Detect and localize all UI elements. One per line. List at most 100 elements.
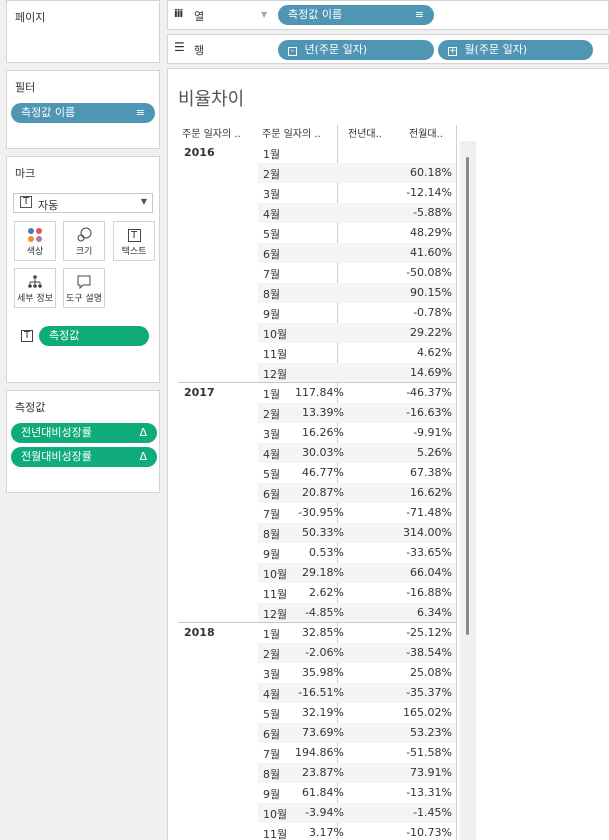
- yoy-cell: -3.94%: [305, 806, 344, 819]
- pages-card[interactable]: 페이지: [6, 0, 160, 63]
- table-row[interactable]: 9월 -0.78%: [258, 303, 456, 323]
- mom-cell: -0.78%: [413, 306, 452, 319]
- mom-cell: 5.26%: [417, 446, 452, 459]
- measure-values-card[interactable]: 측정값 전년대비성장률 Δ 전월대비성장률 Δ: [6, 390, 160, 493]
- month-cell: 4월: [263, 208, 281, 221]
- mark-type-dropdown[interactable]: T 자동 ▼: [13, 193, 153, 213]
- year-label[interactable]: 2018: [184, 626, 215, 639]
- table-row[interactable]: 12월 -4.85% 6.34%: [258, 603, 456, 623]
- header-mom[interactable]: 전월대..: [409, 125, 443, 140]
- table-row[interactable]: 6월 20.87% 16.62%: [258, 483, 456, 503]
- mom-cell: -13.31%: [406, 786, 452, 799]
- chevron-down-icon: ▼: [261, 10, 268, 19]
- table-row[interactable]: 11월 3.17% -10.73%: [258, 823, 456, 840]
- table-row[interactable]: 1월: [258, 143, 456, 163]
- month-cell: 9월: [263, 308, 281, 321]
- minus-icon: -: [288, 47, 297, 56]
- columns-icon: iii: [174, 7, 183, 20]
- month-cell: 12월: [263, 368, 288, 381]
- table-row[interactable]: 7월 -30.95% -71.48%: [258, 503, 456, 523]
- table-row[interactable]: 2월 60.18%: [258, 163, 456, 183]
- table-row[interactable]: 7월 -50.08%: [258, 263, 456, 283]
- month-cell: 4월: [263, 448, 281, 461]
- table-row[interactable]: 6월 41.60%: [258, 243, 456, 263]
- table-row[interactable]: 10월 29.18% 66.04%: [258, 563, 456, 583]
- month-cell: 12월: [263, 608, 288, 621]
- rows-pill-year[interactable]: - 년(주문 일자): [278, 40, 434, 60]
- discrete-icon: ≡: [414, 8, 424, 21]
- table-row[interactable]: 7월 194.86% -51.58%: [258, 743, 456, 763]
- table-row[interactable]: 5월 32.19% 165.02%: [258, 703, 456, 723]
- mark-type-icon: T: [20, 196, 32, 208]
- table-row[interactable]: 8월 90.15%: [258, 283, 456, 303]
- table-row[interactable]: 11월 2.62% -16.88%: [258, 583, 456, 603]
- table-row[interactable]: 9월 61.84% -13.31%: [258, 783, 456, 803]
- mom-cell: 66.04%: [410, 566, 452, 579]
- table-row[interactable]: 5월 46.77% 67.38%: [258, 463, 456, 483]
- yoy-cell: 35.98%: [302, 666, 344, 679]
- columns-shelf[interactable]: iii 열 ▼ 측정값 이름 ≡: [167, 0, 609, 30]
- rows-pill-year-label: 년(주문 일자): [304, 43, 368, 56]
- measure-pill-yoy[interactable]: 전년대비성장률 Δ: [11, 423, 157, 443]
- tooltip-mark-button[interactable]: 도구 설명: [63, 268, 105, 308]
- mark-type-label: 자동: [38, 199, 59, 212]
- filter-pill-measure-names[interactable]: 측정값 이름 ≡: [11, 103, 155, 123]
- rows-pill-month[interactable]: + 월(주문 일자): [438, 40, 593, 60]
- header-year[interactable]: 주문 일자의 ..: [182, 125, 241, 140]
- table-row[interactable]: 8월 50.33% 314.00%: [258, 523, 456, 543]
- color-mark-button[interactable]: 색상: [14, 221, 56, 261]
- color-dots-icon: [15, 226, 55, 244]
- yoy-cell: 29.18%: [302, 566, 344, 579]
- mom-cell: -35.37%: [406, 686, 452, 699]
- measure-pill-mom[interactable]: 전월대비성장률 Δ: [11, 447, 157, 467]
- table-row[interactable]: 8월 23.87% 73.91%: [258, 763, 456, 783]
- mom-cell: -25.12%: [406, 626, 452, 639]
- header-yoy[interactable]: 전년대..: [348, 125, 382, 140]
- detail-mark-button[interactable]: 세부 정보: [14, 268, 56, 308]
- measure-values-pill[interactable]: 측정값: [39, 326, 149, 346]
- marks-card[interactable]: 마크 T 자동 ▼ 색상 크기 T 텍스트 세부 정보 도구 설명 T 측정값: [6, 156, 160, 383]
- table-row[interactable]: 3월 35.98% 25.08%: [258, 663, 456, 683]
- filters-card[interactable]: 필터 측정값 이름 ≡: [6, 70, 160, 149]
- yoy-cell: 23.87%: [302, 766, 344, 779]
- text-mark-button[interactable]: T 텍스트: [113, 221, 155, 261]
- month-cell: 2월: [263, 168, 281, 181]
- scrollbar-track[interactable]: [460, 141, 476, 840]
- year-label[interactable]: 2017: [184, 386, 215, 399]
- month-cell: 5월: [263, 468, 281, 481]
- table-row[interactable]: 10월 -3.94% -1.45%: [258, 803, 456, 823]
- table-row[interactable]: 4월 30.03% 5.26%: [258, 443, 456, 463]
- measure-values-label: 측정값: [49, 329, 80, 342]
- table-row[interactable]: 2월 13.39% -16.63%: [258, 403, 456, 423]
- scrollbar-thumb[interactable]: [466, 157, 469, 635]
- table-row[interactable]: 9월 0.53% -33.65%: [258, 543, 456, 563]
- table-row[interactable]: 11월 4.62%: [258, 343, 456, 363]
- measure-pill-yoy-label: 전년대비성장률: [21, 426, 92, 439]
- table-row[interactable]: 3월 16.26% -9.91%: [258, 423, 456, 443]
- column-divider: [456, 125, 457, 840]
- table-row[interactable]: 4월 -5.88%: [258, 203, 456, 223]
- table-row[interactable]: 1월 32.85% -25.12%: [258, 623, 456, 643]
- discrete-icon: ≡: [135, 106, 145, 119]
- size-label: 크기: [75, 247, 93, 257]
- table-row[interactable]: 5월 48.29%: [258, 223, 456, 243]
- size-mark-button[interactable]: 크기: [63, 221, 105, 261]
- month-cell: 9월: [263, 548, 281, 561]
- table-row[interactable]: 3월 -12.14%: [258, 183, 456, 203]
- mom-cell: -38.54%: [406, 646, 452, 659]
- table-row[interactable]: 6월 73.69% 53.23%: [258, 723, 456, 743]
- rows-shelf[interactable]: ☰ 행 - 년(주문 일자) + 월(주문 일자): [167, 34, 609, 64]
- view-canvas[interactable]: 비율차이 주문 일자의 .. 주문 일자의 .. 전년대.. 전월대.. 201…: [167, 68, 609, 840]
- year-label[interactable]: 2016: [184, 146, 215, 159]
- table-row[interactable]: 1월 117.84% -46.37%: [258, 383, 456, 403]
- table-row[interactable]: 2월 -2.06% -38.54%: [258, 643, 456, 663]
- yoy-cell: 2.62%: [309, 586, 344, 599]
- mom-cell: 314.00%: [403, 526, 452, 539]
- table-row[interactable]: 10월 29.22%: [258, 323, 456, 343]
- columns-pill-measure-names[interactable]: 측정값 이름 ≡: [278, 5, 434, 25]
- table-row[interactable]: 4월 -16.51% -35.37%: [258, 683, 456, 703]
- table-row[interactable]: 12월 14.69%: [258, 363, 456, 383]
- mom-cell: -50.08%: [406, 266, 452, 279]
- yoy-cell: 13.39%: [302, 406, 344, 419]
- header-month[interactable]: 주문 일자의 ..: [262, 125, 321, 140]
